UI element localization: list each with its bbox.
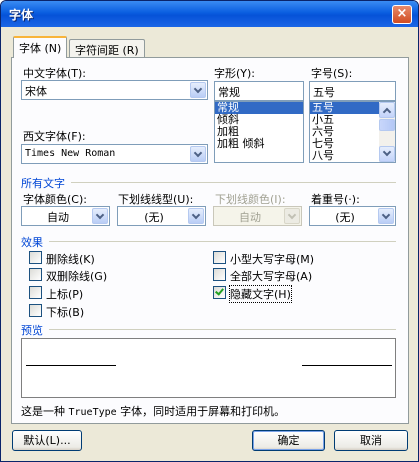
strikethrough-label: 删除线(K)	[46, 253, 95, 266]
checkbox-box[interactable]	[213, 251, 226, 264]
all-text-heading: 所有文字	[21, 177, 65, 190]
font-size-list[interactable]: 五号 小五 六号 七号 八号	[309, 101, 396, 163]
chevron-up-icon	[382, 107, 392, 117]
font-color-label: 字体颜色(C):	[23, 193, 87, 206]
close-icon: ×	[396, 6, 408, 21]
font-style-list[interactable]: 常规 倾斜 加粗 加粗 倾斜	[214, 101, 304, 163]
chevron-down-icon	[193, 84, 203, 94]
checkbox-box[interactable]	[213, 268, 226, 281]
font-type-note-suffix: 字体，同时适用于屏幕和打印机。	[120, 405, 286, 418]
checkbox-box[interactable]	[29, 268, 42, 281]
default-button[interactable]: 默认(L)...	[12, 430, 82, 451]
font-color-value: 自动	[47, 211, 69, 224]
underline-color-label: 下划线颜色(I):	[215, 193, 286, 206]
emphasis-mark-select[interactable]: (无)	[309, 206, 396, 226]
hidden-text-checkbox[interactable]: 隐藏文字(H)	[213, 285, 383, 303]
small-caps-checkbox[interactable]: 小型大写字母(M)	[213, 250, 383, 266]
emphasis-mark-label: 着重号(·):	[311, 193, 360, 206]
scroll-up-button[interactable]	[379, 102, 395, 118]
ok-button[interactable]: 确定	[252, 430, 325, 451]
font-size-input[interactable]: 五号	[309, 81, 396, 101]
chevron-down-icon	[193, 148, 203, 158]
font-style-input[interactable]: 常规	[214, 81, 304, 101]
preview-box	[21, 338, 396, 398]
dialog-title: 字体	[9, 8, 34, 22]
western-font-select[interactable]: Times New Roman	[21, 144, 208, 164]
strikethrough-checkbox[interactable]: 删除线(K)	[29, 250, 179, 266]
superscript-checkbox[interactable]: 上标(P)	[29, 285, 179, 301]
underline-style-dropdown-button[interactable]	[188, 208, 204, 224]
double-strikethrough-label: 双删除线(G)	[46, 270, 108, 283]
font-color-dropdown-button[interactable]	[92, 208, 108, 224]
section-divider	[71, 182, 396, 183]
font-size-input-value: 五号	[313, 86, 335, 99]
chinese-font-dropdown-button[interactable]	[190, 82, 206, 98]
checkbox-box[interactable]	[29, 304, 42, 317]
chevron-down-icon	[382, 147, 392, 157]
font-style-label: 字形(Y):	[214, 67, 256, 80]
section-divider	[49, 241, 396, 242]
scroll-down-button[interactable]	[379, 146, 395, 162]
superscript-label: 上标(P)	[46, 288, 84, 301]
hidden-text-label: 隐藏文字(H)	[229, 285, 292, 303]
western-font-dropdown-button[interactable]	[190, 146, 206, 162]
font-size-scrollbar[interactable]	[379, 102, 395, 162]
chevron-down-icon	[381, 210, 391, 220]
subscript-checkbox[interactable]: 下标(B)	[29, 303, 179, 319]
checkbox-box[interactable]	[29, 286, 42, 299]
font-color-select[interactable]: 自动	[21, 206, 110, 226]
font-style-input-value: 常规	[218, 86, 240, 99]
underline-color-select: 自动	[213, 206, 302, 226]
double-strikethrough-checkbox[interactable]: 双删除线(G)	[29, 267, 179, 283]
title-bar: 字体 ×	[1, 1, 418, 27]
chinese-font-label: 中文字体(T):	[23, 67, 87, 80]
preview-baseline	[26, 365, 116, 366]
western-font-value: Times New Roman	[25, 148, 116, 159]
emphasis-mark-dropdown-button[interactable]	[378, 208, 394, 224]
chevron-down-icon	[287, 210, 297, 220]
effects-heading: 效果	[21, 236, 43, 249]
all-caps-checkbox[interactable]: 全部大写字母(A)	[213, 267, 383, 283]
preview-baseline	[302, 365, 392, 366]
font-type-name: TrueType	[68, 407, 117, 418]
chinese-font-select[interactable]: 宋体	[21, 80, 208, 100]
tab-font[interactable]: 字体 (N)	[13, 36, 68, 58]
checkbox-box[interactable]	[213, 286, 226, 299]
font-dialog: 字体 × 字体 (N) 字符间距 (R) 中文字体(T): 宋体 西文字体(F)…	[0, 0, 419, 462]
western-font-label: 西文字体(F):	[23, 130, 86, 143]
close-button[interactable]: ×	[392, 5, 412, 24]
underline-style-select[interactable]: (无)	[117, 206, 206, 226]
cancel-button[interactable]: 取消	[334, 430, 408, 451]
font-type-note: 这是一种 TrueType 字体，同时适用于屏幕和打印机。	[21, 403, 285, 419]
list-item[interactable]: 加粗 倾斜	[215, 138, 303, 150]
font-size-label: 字号(S):	[311, 67, 353, 80]
chevron-down-icon	[191, 210, 201, 220]
underline-color-value: 自动	[239, 211, 261, 224]
scroll-thumb[interactable]	[379, 119, 395, 131]
checkmark-icon	[215, 286, 224, 296]
checkbox-box[interactable]	[29, 251, 42, 264]
preview-heading: 预览	[21, 324, 43, 337]
section-divider	[49, 329, 396, 330]
font-type-note-prefix: 这是一种	[21, 405, 65, 418]
all-caps-label: 全部大写字母(A)	[230, 270, 313, 283]
subscript-label: 下标(B)	[46, 306, 85, 319]
underline-color-dropdown-button	[284, 208, 300, 224]
underline-style-label: 下划线线型(U):	[118, 193, 194, 206]
small-caps-label: 小型大写字母(M)	[230, 253, 315, 266]
chevron-down-icon	[95, 210, 105, 220]
chinese-font-value: 宋体	[25, 85, 47, 98]
emphasis-mark-value: (无)	[335, 211, 355, 224]
underline-style-value: (无)	[144, 211, 164, 224]
tab-character-spacing[interactable]: 字符间距 (R)	[69, 39, 145, 57]
